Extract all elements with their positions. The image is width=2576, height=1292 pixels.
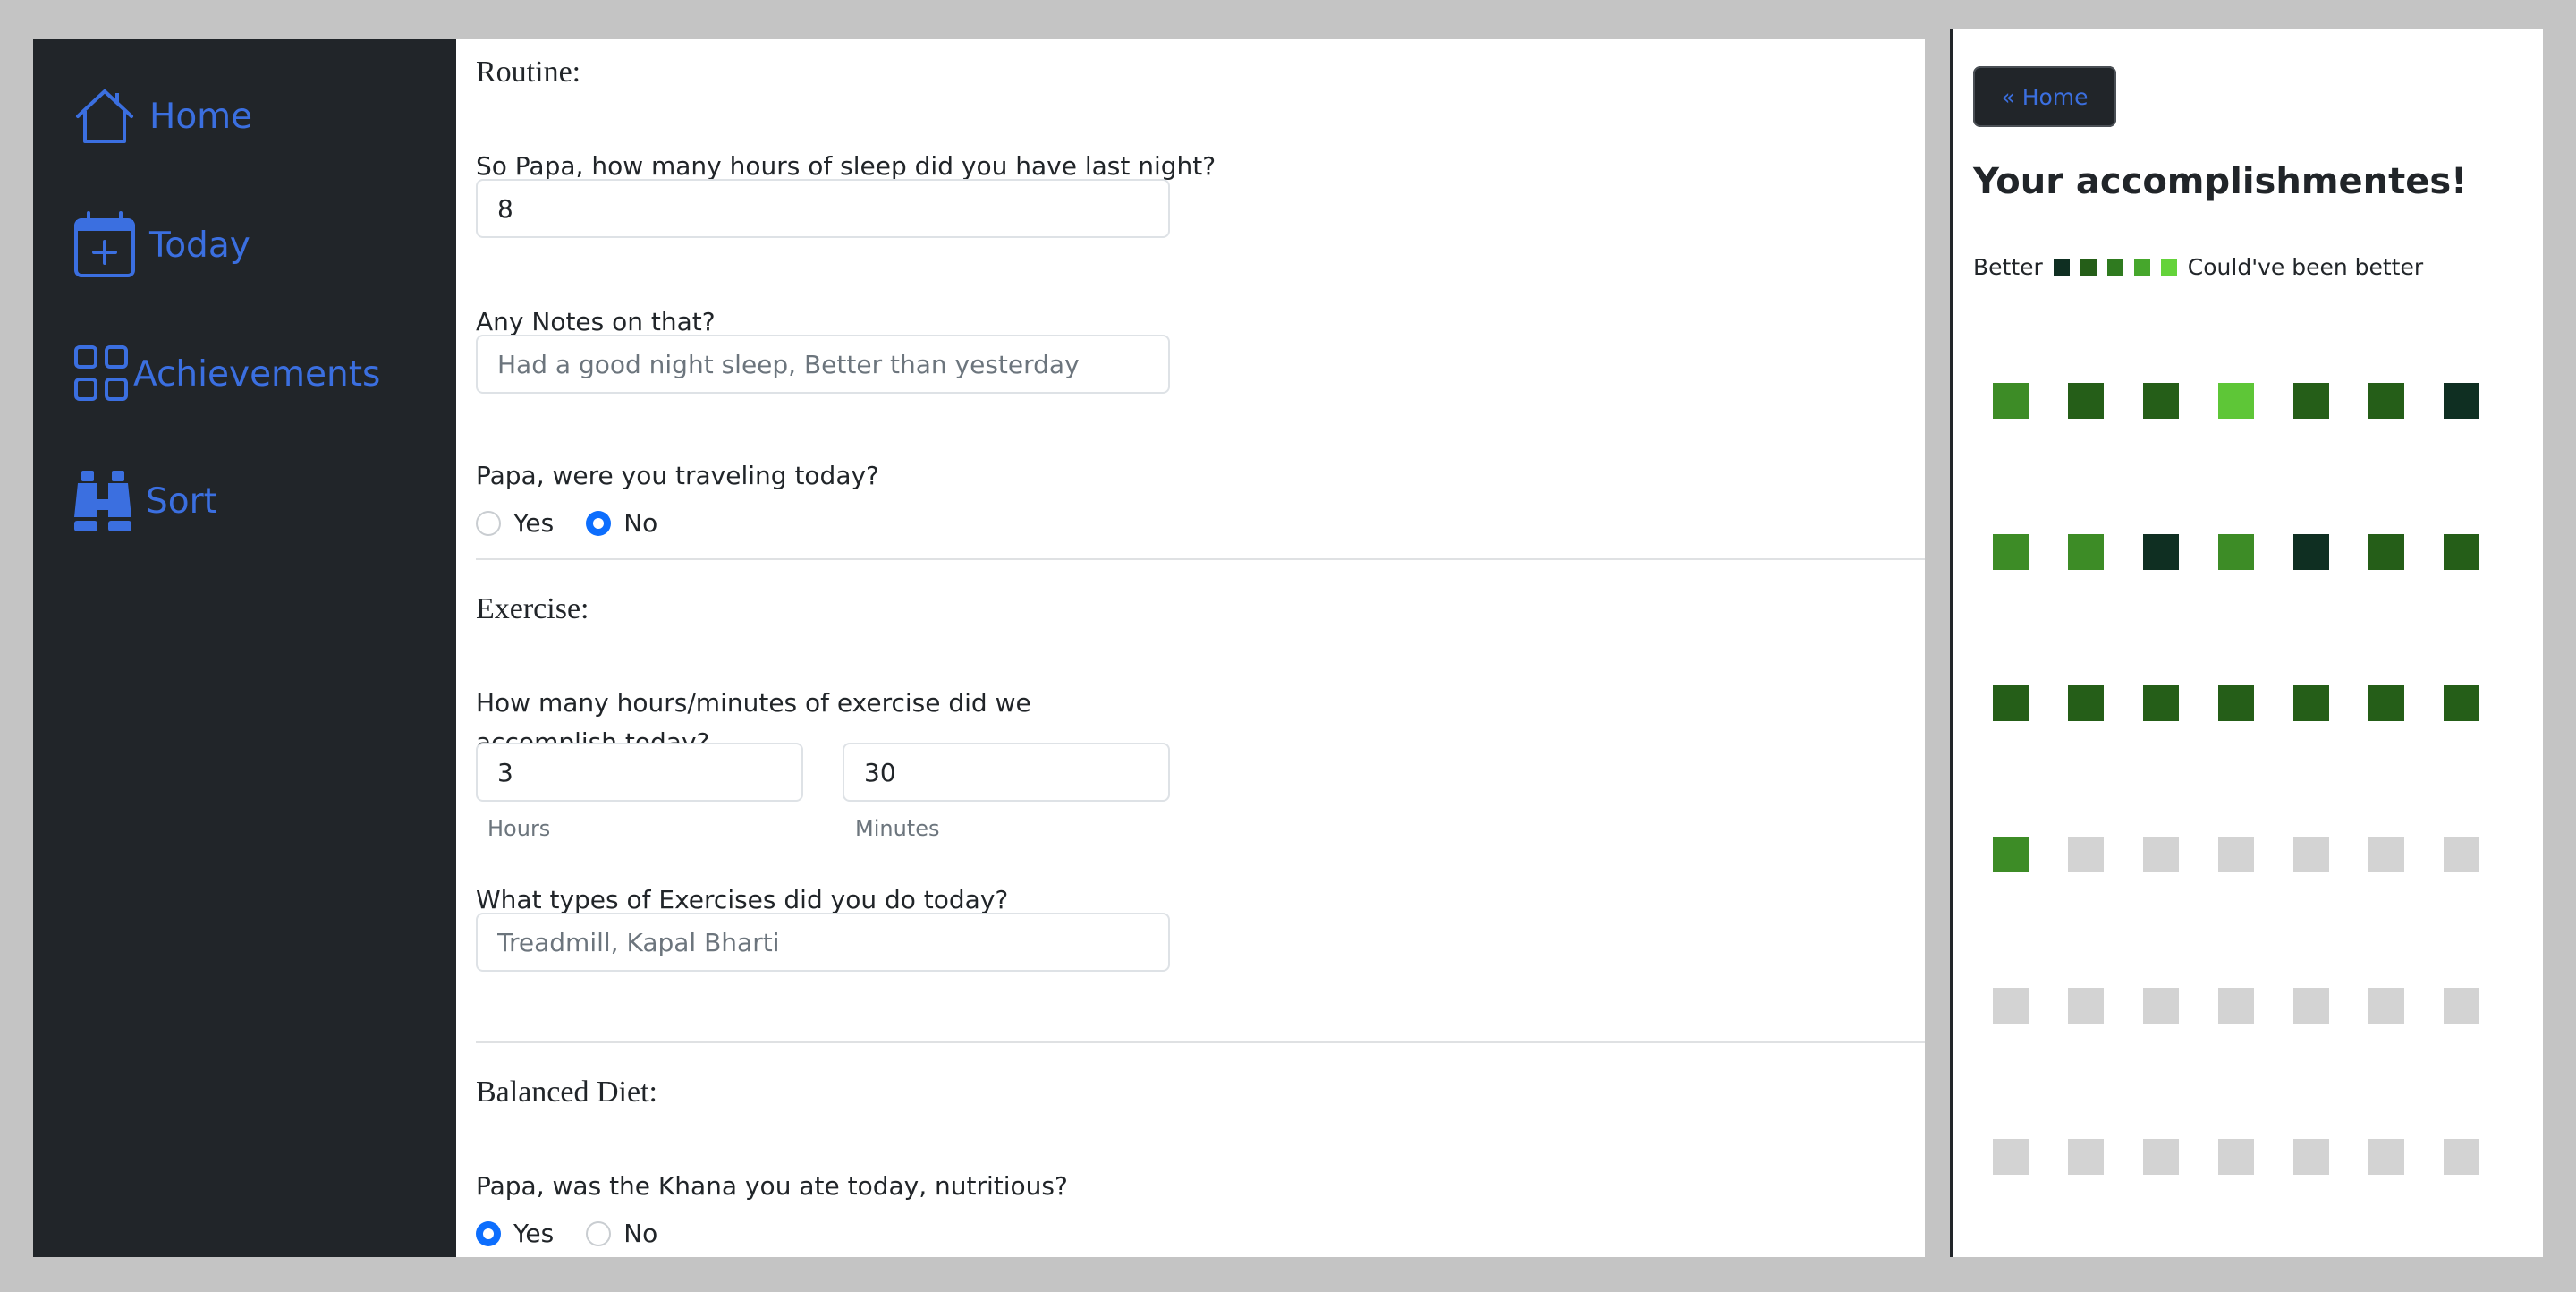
section-divider — [476, 558, 1925, 560]
heatmap-cell[interactable] — [2068, 685, 2104, 721]
diet-yes-radio[interactable] — [476, 1220, 501, 1246]
diet-no-label: No — [623, 1219, 658, 1248]
heatmap-cell-empty[interactable] — [2218, 837, 2254, 872]
heatmap-cell[interactable] — [1993, 837, 2029, 872]
sleep-hours-input[interactable] — [476, 179, 1170, 238]
heatmap-cell-empty[interactable] — [2444, 837, 2479, 872]
heatmap-cell-empty[interactable] — [2293, 1139, 2329, 1175]
legend-swatch — [2106, 259, 2123, 276]
accomplishments-panel: « Home Your accomplishmentes! Better Cou… — [1953, 29, 2543, 1257]
heatmap-cell-empty[interactable] — [2293, 837, 2329, 872]
heatmap-cell-empty[interactable] — [2068, 1139, 2104, 1175]
legend-swatch — [2080, 259, 2097, 276]
heatmap-cell-empty[interactable] — [2368, 837, 2404, 872]
heatmap-cell-empty[interactable] — [1993, 988, 2029, 1024]
heatmap-cell[interactable] — [2293, 383, 2329, 419]
heatmap-cell-empty[interactable] — [2068, 988, 2104, 1024]
heatmap-cell-empty[interactable] — [2143, 837, 2179, 872]
heatmap-cell-empty[interactable] — [2068, 837, 2104, 872]
sidebar-item-label: Achievements — [133, 353, 381, 395]
sidebar-item-achievements[interactable]: Achievements — [72, 344, 380, 404]
sidebar-item-label: Home — [149, 96, 253, 137]
hours-label: Hours — [487, 816, 551, 841]
heatmap-cell[interactable] — [2444, 383, 2479, 419]
home-icon — [72, 86, 137, 147]
heatmap-legend: Better Could've been better — [1973, 254, 2423, 280]
heatmap-cell[interactable] — [2368, 685, 2404, 721]
panel-title: Your accomplishmentes! — [1973, 161, 2468, 202]
binoculars-icon — [72, 469, 133, 533]
sidebar-item-label: Today — [149, 225, 250, 266]
exercise-types-input[interactable] — [476, 913, 1170, 972]
heatmap-cell[interactable] — [1993, 534, 2029, 570]
home-button[interactable]: « Home — [1973, 66, 2116, 127]
heatmap-cell[interactable] — [2293, 534, 2329, 570]
heatmap-cell-empty[interactable] — [2368, 1139, 2404, 1175]
heatmap-cell[interactable] — [1993, 383, 2029, 419]
heatmap-cell[interactable] — [2068, 534, 2104, 570]
heatmap-cell-empty[interactable] — [2218, 988, 2254, 1024]
heatmap-cell-empty[interactable] — [2218, 1139, 2254, 1175]
travel-yes-label: Yes — [513, 508, 555, 538]
heatmap-cell-empty[interactable] — [2444, 1139, 2479, 1175]
exercise-section-title: Exercise: — [476, 592, 589, 625]
sleep-notes-input[interactable] — [476, 335, 1170, 394]
sidebar-item-home[interactable]: Home — [72, 86, 252, 147]
heatmap-cell[interactable] — [2068, 383, 2104, 419]
diet-yes-label: Yes — [513, 1219, 555, 1248]
sidebar-item-sort[interactable]: Sort — [72, 469, 217, 533]
travel-no-label: No — [623, 508, 658, 538]
routine-section-title: Routine: — [476, 55, 581, 89]
legend-better-label: Better — [1973, 254, 2043, 280]
heatmap-cell[interactable] — [2143, 534, 2179, 570]
diet-no-radio[interactable] — [586, 1220, 612, 1246]
legend-swatch — [2133, 259, 2150, 276]
exercise-minutes-input[interactable] — [843, 743, 1170, 802]
legend-worse-label: Could've been better — [2187, 254, 2424, 280]
heatmap-cell-empty[interactable] — [2368, 988, 2404, 1024]
heatmap-cell[interactable] — [2218, 685, 2254, 721]
legend-swatch — [2053, 259, 2070, 276]
section-divider — [476, 1041, 1925, 1043]
travel-no-radio[interactable] — [586, 510, 612, 536]
grid-icon — [72, 344, 130, 404]
heatmap-cell-empty[interactable] — [2293, 988, 2329, 1024]
heatmap-cell[interactable] — [2143, 685, 2179, 721]
minutes-label: Minutes — [855, 816, 940, 841]
heatmap-cell[interactable] — [2293, 685, 2329, 721]
heatmap-cell[interactable] — [1993, 685, 2029, 721]
travel-yes-radio[interactable] — [476, 510, 501, 536]
heatmap-cell[interactable] — [2368, 534, 2404, 570]
calendar-plus-icon — [72, 211, 137, 279]
travel-radio-group: Yes No — [476, 508, 690, 538]
sidebar-item-today[interactable]: Today — [72, 211, 250, 279]
exercise-hours-input[interactable] — [476, 743, 803, 802]
heatmap-cell[interactable] — [2444, 534, 2479, 570]
daily-form: Routine: So Papa, how many hours of slee… — [456, 39, 1925, 1257]
heatmap-cell[interactable] — [2218, 534, 2254, 570]
diet-section-title: Balanced Diet: — [476, 1075, 657, 1109]
sidebar: Home Today Achievements Sort — [33, 39, 456, 1257]
heatmap-cell-empty[interactable] — [2143, 988, 2179, 1024]
heatmap-cell-empty[interactable] — [2444, 988, 2479, 1024]
heatmap-cell[interactable] — [2218, 383, 2254, 419]
diet-question: Papa, was the Khana you ate today, nutri… — [476, 1171, 1068, 1201]
heatmap-cell-empty[interactable] — [2143, 1139, 2179, 1175]
sidebar-item-label: Sort — [146, 480, 217, 522]
diet-radio-group: Yes No — [476, 1219, 690, 1248]
legend-swatch — [2160, 259, 2177, 276]
heatmap-cell[interactable] — [2368, 383, 2404, 419]
heatmap-cell[interactable] — [2444, 685, 2479, 721]
travel-question: Papa, were you traveling today? — [476, 461, 879, 490]
heatmap-cell[interactable] — [2143, 383, 2179, 419]
heatmap-cell-empty[interactable] — [1993, 1139, 2029, 1175]
